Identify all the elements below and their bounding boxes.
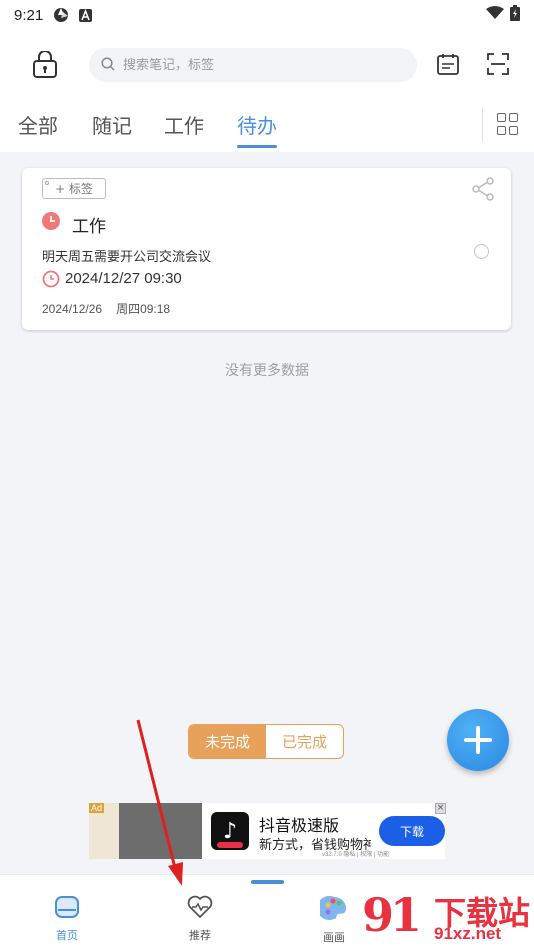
tab-notes[interactable]: 随记	[92, 110, 132, 139]
share-icon[interactable]	[470, 176, 496, 202]
search-input[interactable]	[123, 57, 393, 73]
tag-hole-icon	[45, 181, 49, 185]
ad-badge: Ad	[89, 803, 105, 813]
tab-divider	[482, 108, 483, 142]
complete-checkbox[interactable]	[474, 244, 489, 259]
nav-handle	[251, 880, 284, 884]
tab-all[interactable]: 全部	[18, 110, 58, 139]
created-timestamp: 2024/12/26 周四09:18	[42, 300, 170, 317]
alarm-clock-icon	[42, 270, 60, 288]
filter-complete-button[interactable]: 已完成	[266, 725, 343, 758]
ad-close-icon[interactable]: ×	[435, 803, 446, 814]
tab-todo[interactable]: 待办	[237, 110, 277, 139]
watermark-logo: 91	[362, 888, 422, 942]
ad-download-button[interactable]: 下载	[379, 816, 445, 846]
created-date: 2024/12/26	[42, 302, 103, 316]
created-day: 周四09:18	[116, 302, 171, 316]
site-watermark: 91 下载站 91xz.net	[362, 884, 534, 950]
calendar-icon[interactable]	[434, 50, 462, 78]
tab-work[interactable]: 工作	[164, 110, 204, 139]
scan-icon[interactable]	[484, 50, 512, 78]
lock-icon[interactable]	[30, 50, 60, 80]
reminder-time: 2024/12/27 09:30	[65, 270, 182, 287]
text-a-icon	[79, 8, 93, 22]
ad-banner[interactable]: Ad ♪ 抖音极速版 新方式，省钱购物神 下载 v32.7.0 隐私 | 权限 …	[89, 803, 445, 859]
status-bar: 9:21	[0, 0, 534, 30]
add-tag-label: + 标签	[55, 182, 93, 196]
search-icon	[101, 56, 115, 75]
search-bar[interactable]	[89, 48, 417, 82]
palette-icon	[317, 895, 348, 925]
heart-pulse-icon	[187, 895, 213, 923]
status-time: 9:21	[14, 6, 44, 24]
add-note-button[interactable]	[447, 709, 509, 771]
tiktok-logo-icon: ♪	[211, 812, 249, 850]
nav-home[interactable]: 首页	[37, 895, 97, 943]
nav-home-label: 首页	[56, 929, 78, 942]
nav-recommend[interactable]: 推荐	[170, 895, 230, 943]
filter-incomplete-button[interactable]: 未完成	[189, 725, 266, 758]
top-bar	[0, 30, 534, 102]
battery-charging-icon	[510, 5, 520, 25]
nav-recommend-label: 推荐	[189, 929, 211, 942]
home-icon	[54, 895, 80, 923]
note-content: 明天周五需要开公司交流会议	[42, 250, 212, 265]
active-tab-indicator	[237, 145, 277, 148]
ad-image[interactable]: Ad	[89, 803, 202, 859]
aperture-icon	[53, 7, 69, 23]
no-more-data-text: 没有更多数据	[225, 363, 309, 379]
ad-title: 抖音极速版	[259, 816, 340, 835]
watermark-url: 91xz.net	[434, 924, 502, 943]
category-tabs: 全部 随记 工作 待办	[0, 102, 534, 152]
category-clock-icon	[42, 212, 60, 230]
nav-draw[interactable]: 画画	[304, 895, 364, 945]
completion-filter: 未完成 已完成	[188, 724, 344, 759]
note-card[interactable]: + 标签 工作 明天周五需要开公司交流会议 2024/12/27 09:30 2…	[22, 168, 511, 330]
grid-view-icon[interactable]	[497, 113, 519, 135]
note-category: 工作	[72, 217, 106, 237]
add-tag-button[interactable]: + 标签	[42, 178, 106, 199]
nav-draw-label: 画画	[323, 931, 345, 944]
wifi-icon	[486, 6, 504, 24]
ad-meta: v32.7.0 隐私 | 权限 | 功能	[322, 852, 390, 858]
